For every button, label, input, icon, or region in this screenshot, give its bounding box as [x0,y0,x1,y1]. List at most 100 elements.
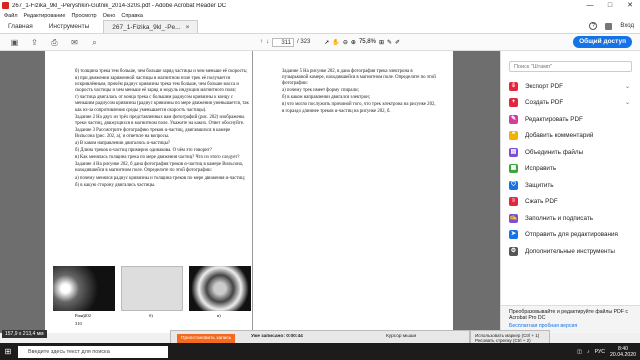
tab-home[interactable]: Главная [0,20,41,33]
maximize-button[interactable]: □ [600,0,620,11]
tool-compress[interactable]: ≡ Сжать PDF [501,194,640,211]
sign-in-link[interactable]: Вход [620,23,634,29]
text-block: б) Длина треков α-частиц примерно одинак… [75,148,212,154]
more-tools-icon: ⚙ [509,246,518,256]
draw-icon[interactable]: ✐ [395,39,400,46]
windows-start-icon[interactable]: ⊞ [0,343,16,360]
fit-page-icon[interactable]: ⊞ [379,39,384,46]
menu-bar: Файл Редактирование Просмотр Окно Справк… [0,11,640,20]
tab-document-label: 267_1-Fizika_9kl_-Pe... [112,23,181,31]
figure-caption: Рис. 202 [75,313,91,318]
network-icon[interactable]: ◫ [577,349,582,355]
zoom-in-icon[interactable]: ⊕ [351,39,356,46]
select-tool-icon[interactable]: ➚ [324,39,329,46]
page-number: 310 [75,321,82,326]
minimize-button[interactable]: — [580,0,600,11]
comment-tool-icon[interactable]: ✎ [387,39,392,46]
share-button[interactable]: Общий доступ [573,36,632,48]
menu-window[interactable]: Окно [103,13,116,19]
notifications-icon[interactable] [605,22,613,30]
tool-label: Редактировать PDF [525,115,583,123]
system-tray: ◫ ♪ РУС 8:40 20.04.2020 [577,346,636,358]
tool-protect[interactable]: ⛉ Защитить [501,177,640,194]
chevron-down-icon[interactable]: ⌄ [625,83,630,90]
protect-icon: ⛉ [509,180,518,190]
zoom-out-icon[interactable]: ⊖ [343,39,348,46]
tool-label: Защитить [525,181,554,189]
recorded-time: Уже записано: 0:00:44 [251,334,303,339]
right-column: Задание 5 На рисунке 202, в дана фотогра… [282,69,437,116]
tool-label: Отправить для редактирования [525,231,618,239]
text-block: а) В каком направлении двигались α-части… [75,141,170,147]
text-block: в) что могло послужить причиной того, чт… [282,102,436,114]
promo-banner: Преобразовывайте и редактируйте файлы PD… [501,305,640,333]
tab-tools[interactable]: Инструменты [41,20,98,33]
volume-icon[interactable]: ♪ [587,349,590,355]
hand-tool-icon[interactable]: ✋ [332,39,339,46]
save-icon[interactable]: ▣ [9,37,20,48]
menu-file[interactable]: Файл [4,13,18,19]
text-block: г) частица двигалась от конца трека с бо… [75,95,249,113]
tool-fill-sign[interactable]: ✍ Заполнить и подписать [501,210,640,227]
fill-sign-icon: ✍ [509,213,518,223]
tool-label: Объединить файлы [525,148,584,156]
acrobat-app-icon [2,2,9,9]
tool-edit-pdf[interactable]: ✎ Редактировать PDF [501,111,640,128]
tab-close-icon[interactable]: × [186,21,190,34]
language-indicator[interactable]: РУС [595,349,605,355]
text-block: б) толщина трека тем больше, чем больше … [75,69,248,74]
search-icon[interactable]: ⌕ [89,37,100,48]
text-block: а) почему трек имеет форму спирали; [282,88,359,94]
text-block: б) в какую сторону двигались частицы. [75,182,156,188]
export-pdf-icon: ⇩ [509,81,518,91]
tool-send-review[interactable]: ➤ Отправить для редактирования [501,227,640,244]
promo-trial-link[interactable]: Бесплатная пробная версия [509,323,633,329]
document-viewer[interactable]: б) толщина трека тем больше, чем больше … [0,51,500,333]
tool-label: Добавить комментарий [525,132,594,140]
email-icon[interactable]: ✉ [69,37,80,48]
page-total: / 323 [297,39,311,45]
chevron-down-icon[interactable]: ⌄ [625,99,630,106]
text-block: в) Как менялась толщина трека по мере дв… [75,155,240,161]
tab-document[interactable]: 267_1-Fizika_9kl_-Pe... × [103,20,199,34]
tool-label: Экспорт PDF [525,82,564,90]
create-pdf-icon: + [509,98,518,108]
menu-help[interactable]: Справка [121,13,143,19]
panel-search-input[interactable]: Поиск "Штамп" [509,61,632,72]
mouse-cursor-checkbox[interactable]: Курсор мыши [386,334,416,339]
menu-view[interactable]: Просмотр [71,13,96,19]
taskbar-search-input[interactable]: Введите здесь текст для поиска [18,345,168,358]
windows-taskbar: ⊞ Введите здесь текст для поиска ◫ ♪ РУС… [0,343,640,360]
upload-icon[interactable]: ⇪ [29,37,40,48]
menu-edit[interactable]: Редактирование [24,13,66,19]
clock-date: 20.04.2020 [610,351,636,358]
page-number-input[interactable]: 311 [272,37,294,47]
tab-bar: Главная Инструменты 267_1-Fizika_9kl_-Pe… [0,20,640,34]
print-icon[interactable]: ⎙ [49,37,60,48]
tool-create-pdf[interactable]: + Создать PDF ⌄ [501,95,640,112]
text-block: Задание 2 На двух из трёх представленных… [75,114,245,126]
tool-comment[interactable]: ❝ Добавить комментарий [501,128,640,145]
photo-alpha-tracks [53,266,115,311]
photo-alpha-magnetic [121,266,183,311]
help-icon[interactable]: ? [589,22,598,30]
send-review-icon: ➤ [509,230,518,240]
clock[interactable]: 8:40 20.04.2020 [610,346,636,358]
text-block: в) при движении заряженной частицы в маг… [75,76,239,94]
tool-more[interactable]: ⚙ Дополнительные инструменты [501,243,640,260]
photo-electron-spiral [189,266,251,311]
tool-export-pdf[interactable]: ⇩ Экспорт PDF ⌄ [501,78,640,95]
organize-icon: ▦ [509,164,518,174]
tool-label: Заполнить и подписать [525,214,593,222]
toolbar: ▣ ⇪ ⎙ ✉ ⌕ ↑ ↓ 311 / 323 ➚ ✋ ⊖ ⊕ 75,8% ⊞ … [0,34,640,51]
fig-label-b: б) [149,313,153,318]
page-dimensions: 157,9 x 213,4 мм [2,330,47,338]
fig-label-v: в) [217,313,221,318]
text-block: а) почему менялся радиус кривизны и толщ… [75,175,245,181]
tool-combine[interactable]: ▤ Объединить файлы [501,144,640,161]
prev-page-icon[interactable]: ↑ [260,39,263,45]
next-page-icon[interactable]: ↓ [266,39,269,45]
zoom-level[interactable]: 75,8% [359,39,376,45]
close-button[interactable]: ✕ [620,0,640,11]
tool-organize[interactable]: ▦ Исправить [501,161,640,178]
